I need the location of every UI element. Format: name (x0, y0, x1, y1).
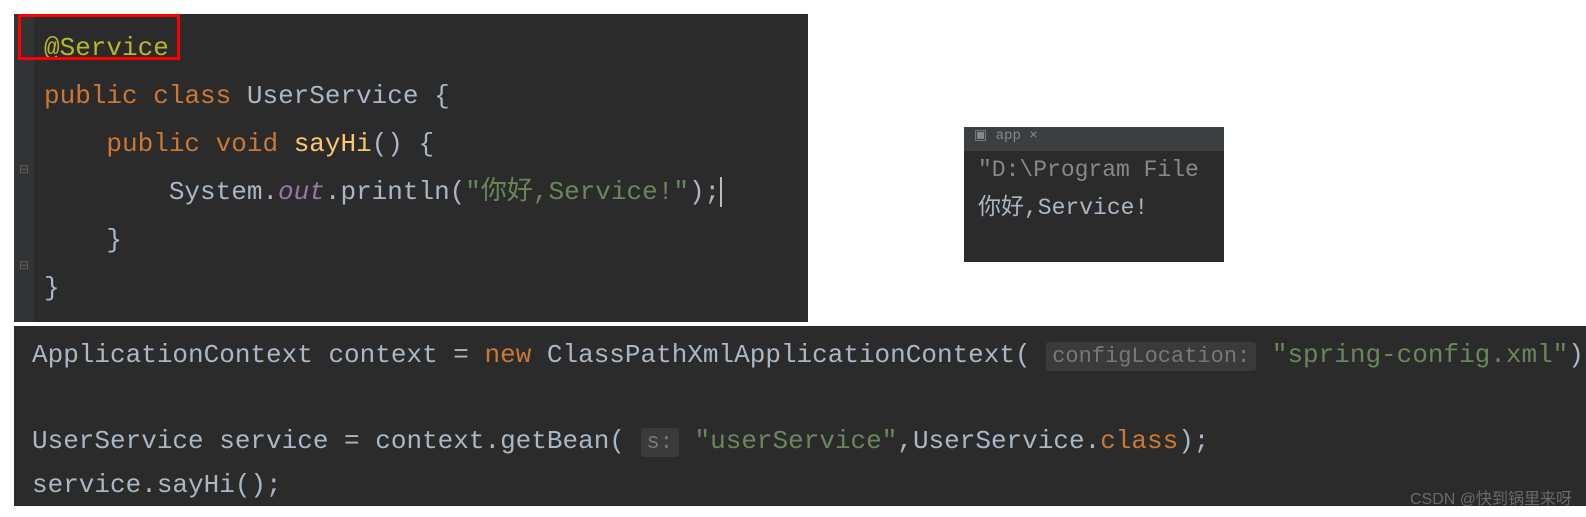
console-line: "D:\Program File (964, 151, 1224, 189)
code-line[interactable]: UserService service = context.getBean( s… (14, 420, 1586, 464)
code-line[interactable]: public void sayHi() { (14, 120, 808, 168)
code-editor-panel-2[interactable]: ApplicationContext context = new ClassPa… (14, 326, 1586, 506)
editor-gutter: ⊟ ⊟ (14, 14, 34, 322)
code-line[interactable]: ApplicationContext context = new ClassPa… (14, 334, 1586, 378)
fold-icon[interactable]: ⊟ (19, 146, 29, 156)
param-hint: s: (641, 428, 679, 457)
code-line[interactable]: public class UserService { (14, 72, 808, 120)
annotation-token: @Service (44, 33, 169, 63)
code-line[interactable]: } (14, 264, 808, 312)
fold-icon[interactable]: ⊟ (19, 242, 29, 252)
code-line[interactable]: System.out.println("你好,Service!"); (14, 168, 808, 216)
code-line[interactable] (14, 378, 1586, 420)
param-hint: configLocation: (1046, 342, 1256, 371)
code-line[interactable]: @Service (14, 24, 808, 72)
code-editor-panel-1[interactable]: ⊟ ⊟ @Service public class UserService { … (14, 14, 808, 322)
text-cursor (720, 177, 722, 207)
console-output-panel[interactable]: ▣ app × "D:\Program File 你好,Service! (964, 127, 1224, 262)
console-line: 你好,Service! (964, 189, 1224, 227)
code-line[interactable]: } (14, 216, 808, 264)
watermark-text: CSDN @快到锅里来呀 (1410, 485, 1572, 509)
console-tab[interactable]: ▣ app × (964, 127, 1224, 151)
code-line[interactable]: service.sayHi(); (14, 464, 1586, 506)
